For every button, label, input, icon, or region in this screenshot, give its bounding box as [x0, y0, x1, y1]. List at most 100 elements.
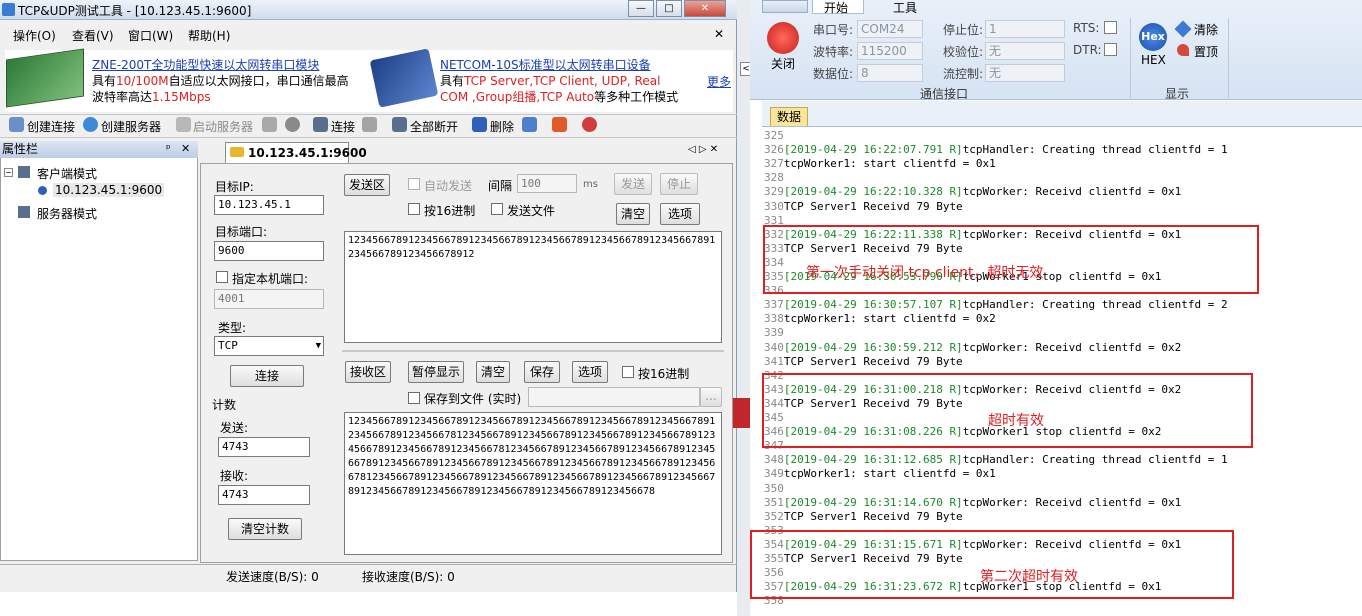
create-server-icon [83, 117, 98, 132]
start-server-icon [176, 117, 191, 132]
hex-send-checkbox[interactable] [408, 203, 420, 215]
target-port-input[interactable]: 9600 [214, 241, 324, 261]
tree-connection-item[interactable]: 10.123.45.1:9600 [53, 183, 165, 197]
disconnect-all-icon [392, 117, 407, 132]
hex-icon[interactable]: Hex [1139, 23, 1167, 51]
log-timestamp: [2019-04-29 16:31:14.670 R] [783, 495, 963, 509]
log-line: 327tcpWorker1: start clientfd = 0x1 [764, 157, 996, 171]
create-connection-button[interactable]: 创建连接 [27, 118, 75, 135]
interval-input[interactable]: 100 [517, 174, 577, 193]
create-server-button[interactable]: 创建服务器 [101, 118, 161, 135]
ad-more-link[interactable]: 更多 [707, 74, 731, 90]
send-file-checkbox[interactable] [491, 203, 503, 215]
connection-icon [38, 186, 47, 195]
stop-icon[interactable] [285, 117, 300, 132]
save-file-checkbox[interactable] [408, 392, 420, 404]
power-off-icon[interactable] [767, 22, 799, 54]
disconnect-icon[interactable] [362, 117, 377, 132]
group-display-label: 显示 [1165, 87, 1190, 101]
menu-operation[interactable]: 操作(O) [13, 27, 56, 44]
menu-help[interactable]: 帮助(H) [188, 27, 230, 44]
panel-close-icon[interactable]: ✕ [181, 142, 190, 155]
send-button[interactable]: 发送 [614, 173, 652, 195]
help-icon[interactable] [582, 117, 597, 132]
maximize-button[interactable]: □ [656, 0, 682, 17]
browse-button[interactable]: ... [700, 387, 722, 407]
delete-button[interactable]: 删除 [490, 118, 514, 135]
send-area-button[interactable]: 发送区 [344, 174, 390, 196]
type-select[interactable]: TCP ▼ [214, 336, 324, 356]
power-icon[interactable] [552, 117, 567, 132]
baud-select[interactable]: 115200 [857, 42, 923, 60]
log-line: 326[2019-04-29 16:22:07.791 R]tcpHandler… [764, 143, 1228, 157]
hex-button[interactable]: HEX [1141, 53, 1166, 67]
tree-client-mode[interactable]: 客户端模式 [37, 165, 97, 182]
log-message: tcpHandler: Creating thread clientfd = 1 [962, 143, 1228, 157]
server-icon[interactable] [262, 117, 277, 132]
clear-count-button[interactable]: 清空计数 [228, 518, 302, 540]
recv-textarea[interactable]: 1234566789123456678912345667891234566789… [344, 412, 722, 555]
recv-clear-button[interactable]: 清空 [476, 361, 510, 383]
ad-netcom-title[interactable]: NETCOM-10S标准型以太网转串口设备 [440, 57, 651, 73]
local-port-checkbox[interactable] [216, 271, 228, 283]
stop-button[interactable]: 停止 [660, 173, 698, 195]
annotation-2: 超时有效 [988, 413, 1044, 429]
ad-zne-title[interactable]: ZNE-200T全功能型快速以太网转串口模块 [92, 57, 319, 73]
splitter[interactable] [342, 350, 724, 352]
flow-label: 流控制: [943, 67, 984, 81]
dtr-label: DTR: [1073, 43, 1102, 57]
local-port-input[interactable]: 4001 [214, 289, 324, 309]
pause-display-button[interactable]: 暂停显示 [408, 361, 464, 383]
pin-icon[interactable]: ᵖ [166, 142, 171, 155]
menu-window[interactable]: 窗口(W) [128, 27, 173, 44]
log-line: 351[2019-04-29 16:31:14.670 R]tcpWorker:… [764, 496, 1181, 510]
line-number: 349 [764, 467, 784, 481]
send-textarea[interactable]: 1234566789123456678912345667891234566789… [344, 231, 722, 343]
data-tab-strip [762, 101, 1362, 127]
log-timestamp: [2019-04-29 16:31:12.685 R] [783, 453, 963, 467]
connection-tab-icon [230, 147, 244, 157]
disconnect-all-button[interactable]: 全部断开 [410, 118, 458, 135]
annotation-1: 第一次手动关闭 tcp client，超时无效 [806, 265, 1044, 281]
dtr-checkbox[interactable] [1104, 43, 1117, 56]
menu-view[interactable]: 查看(V) [72, 27, 114, 44]
rts-checkbox[interactable] [1104, 21, 1117, 34]
hex-recv-checkbox[interactable] [622, 366, 634, 378]
save-file-label: 保存到文件 (实时) [424, 392, 522, 406]
close-port-button[interactable]: 关闭 [771, 55, 795, 72]
start-server-button[interactable]: 启动服务器 [193, 118, 253, 135]
stopbits-select[interactable]: 1 [985, 20, 1065, 38]
app-menu-button[interactable] [762, 0, 808, 13]
tree-collapse-icon[interactable]: − [4, 168, 13, 177]
tree-server-mode[interactable]: 服务器模式 [37, 205, 97, 222]
databits-select[interactable]: 8 [857, 64, 923, 82]
flow-select[interactable]: 无 [985, 64, 1065, 82]
top-button[interactable]: 置顶 [1194, 43, 1218, 60]
send-clear-button[interactable]: 清空 [616, 203, 650, 225]
log-line: 337[2019-04-29 16:30:57.107 R]tcpHandler… [764, 298, 1228, 312]
log-line: 330TCP Server1 Receivd 79 Byte [764, 200, 963, 214]
save-path-input[interactable] [528, 387, 700, 407]
settings-icon[interactable] [522, 117, 537, 132]
target-ip-input[interactable]: 10.123.45.1 [214, 195, 324, 215]
connect-pane-button[interactable]: 连接 [230, 365, 304, 387]
port-select[interactable]: COM24 [857, 20, 923, 38]
recv-options-button[interactable]: 选项 [572, 361, 608, 383]
tab-nav-icon[interactable]: ◁ ▷ ✕ [688, 144, 718, 155]
auto-send-checkbox[interactable] [408, 178, 420, 190]
clear-button[interactable]: 清除 [1194, 21, 1218, 38]
tab-start[interactable]: 开始 [824, 0, 848, 16]
recv-area-button[interactable]: 接收区 [345, 361, 391, 383]
menu-close-icon[interactable]: ✕ [714, 27, 724, 41]
save-button[interactable]: 保存 [524, 361, 560, 383]
connect-button[interactable]: 连接 [331, 118, 355, 135]
target-ip-label: 目标IP: [215, 180, 254, 194]
close-window-button[interactable]: ✕ [684, 0, 726, 17]
tab-data[interactable]: 数据 [770, 107, 808, 127]
send-options-button[interactable]: 选项 [660, 203, 700, 225]
log-message: tcpWorker: Receivd clientfd = 0x2 [962, 340, 1182, 354]
minimize-button[interactable]: — [628, 0, 654, 17]
line-number: 328 [764, 171, 784, 185]
parity-select[interactable]: 无 [985, 42, 1065, 60]
tab-tools[interactable]: 工具 [893, 0, 917, 16]
